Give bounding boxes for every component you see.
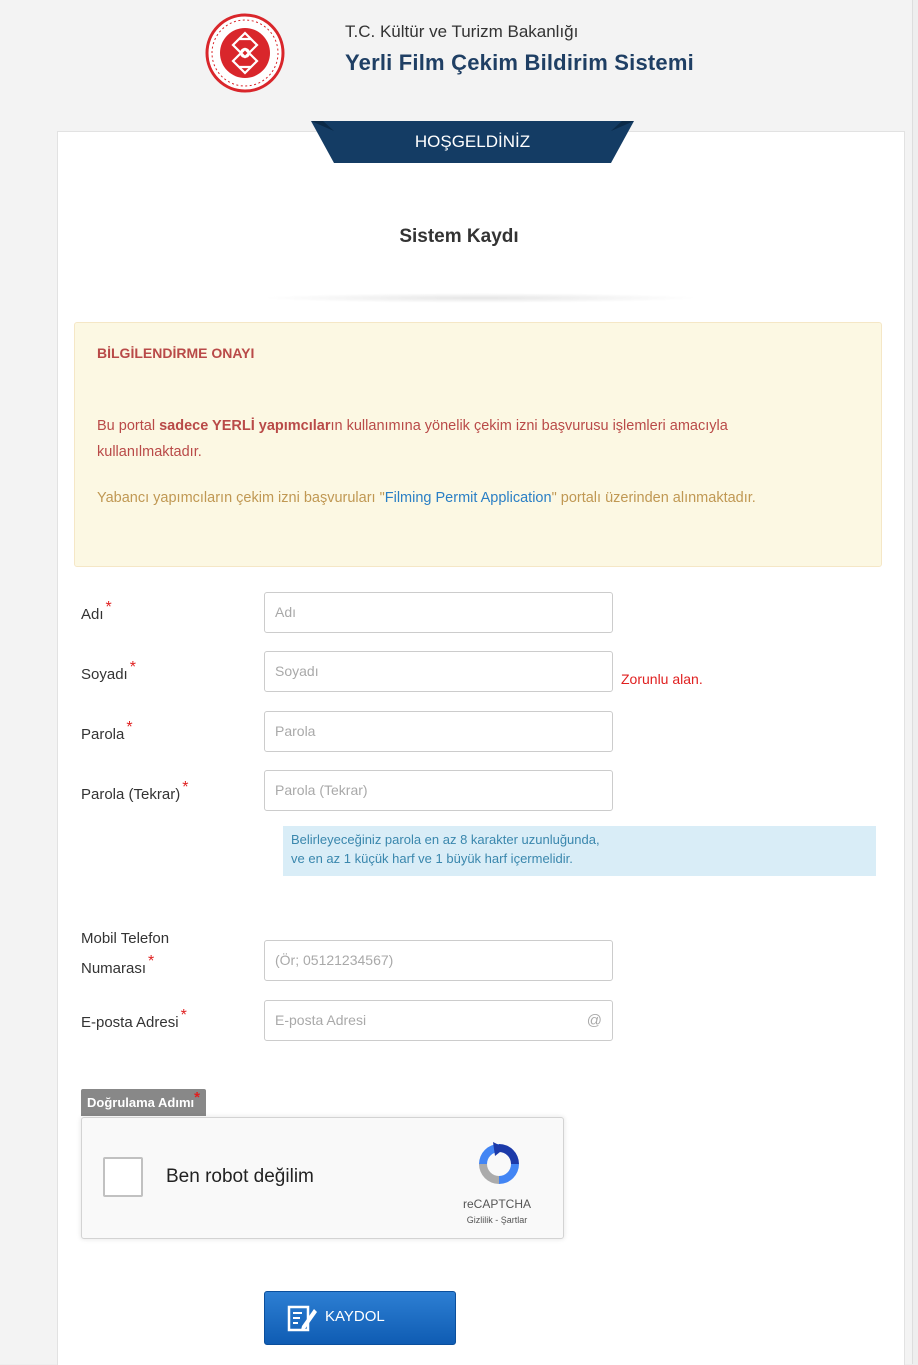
required-mark: * (148, 953, 155, 970)
edit-form-icon (287, 1305, 317, 1332)
email-input[interactable]: E-posta Adresi @ (264, 1000, 613, 1041)
at-icon: @ (586, 1012, 602, 1029)
verification-label: Doğrulama Adımı* (81, 1089, 206, 1116)
phone-input[interactable]: (Ör; 05121234567) (264, 940, 613, 981)
notice-emphasis: sadece YERLİ yapımcılar (159, 418, 331, 434)
recaptcha-links[interactable]: Gizlilik - Şartlar (442, 1215, 552, 1225)
recaptcha-widget: Ben robot değilim reCAPTCHA Gizlilik - Ş… (81, 1117, 564, 1239)
required-mark: * (194, 1089, 200, 1106)
required-mark: * (180, 1007, 187, 1024)
register-button[interactable]: KAYDOL (264, 1291, 456, 1345)
recaptcha-label: Ben robot değilim (166, 1166, 314, 1187)
required-mark: * (105, 599, 112, 616)
last-name-input[interactable]: Soyadı (264, 651, 613, 692)
system-name: Yerli Film Çekim Bildirim Sistemi (345, 50, 694, 75)
required-mark: * (129, 659, 136, 676)
filming-permit-link[interactable]: Filming Permit Application (385, 490, 552, 506)
email-label: E-posta Adresi * (81, 1007, 187, 1031)
password-label: Parola * (81, 719, 133, 743)
page-title: Sistem Kaydı (399, 226, 519, 247)
notice-title: BİLGİLENDİRME ONAYI (97, 345, 255, 361)
ministry-name: T.C. Kültür ve Turizm Bakanlığı (345, 22, 579, 41)
recaptcha-checkbox[interactable] (103, 1157, 143, 1197)
phone-label: Mobil Telefon Numarası * (81, 930, 170, 977)
notice-paragraph-1: Bu portal sadece YERLİ yapımcıların kull… (97, 418, 728, 460)
password-repeat-input[interactable]: Parola (Tekrar) (264, 770, 613, 811)
info-notice: BİLGİLENDİRME ONAYI Bu portal sadece YER… (74, 322, 882, 567)
first-name-label: Adı * (81, 599, 112, 623)
divider (260, 293, 700, 303)
password-repeat-label: Parola (Tekrar) * (81, 779, 189, 803)
password-input[interactable]: Parola (264, 711, 613, 752)
register-button-label: KAYDOL (325, 1308, 385, 1325)
welcome-title: HOŞGELDİNİZ (414, 132, 531, 151)
required-mark: * (182, 779, 189, 796)
notice-paragraph-2: Yabancı yapımcıların çekim izni başvurul… (97, 490, 756, 506)
required-mark: * (126, 719, 133, 736)
recaptcha-brand: reCAPTCHA (462, 1197, 531, 1211)
recaptcha-logo-icon (479, 1142, 519, 1184)
first-name-input[interactable]: Adı (264, 592, 613, 633)
password-hint: Belirleyeceğiniz parola en az 8 karakter… (283, 826, 876, 876)
last-name-error: Zorunlu alan. (621, 671, 703, 687)
ministry-logo-icon (205, 13, 285, 93)
last-name-label: Soyadı * (81, 659, 136, 683)
